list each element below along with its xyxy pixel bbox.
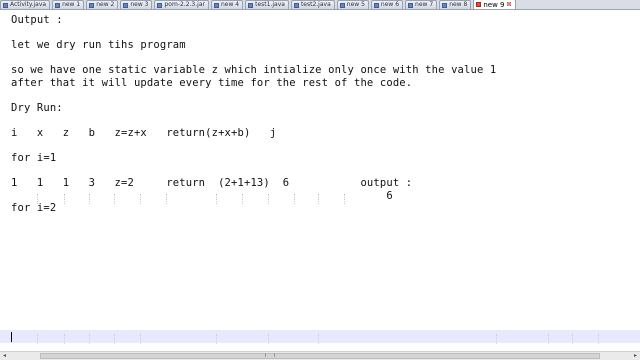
editor-line: after that it will update every time for… <box>11 77 413 89</box>
indent-guide <box>216 334 217 344</box>
tab-item[interactable]: test1.java <box>245 0 289 9</box>
indent-guide <box>598 334 599 344</box>
indent-guide <box>548 334 549 344</box>
scroll-right-icon[interactable]: ▸ <box>631 352 640 360</box>
current-line-highlight <box>0 330 640 343</box>
tab-item[interactable]: new 4 <box>210 0 244 9</box>
editor-line: i x z b z=z+x return(z+x+b) j <box>11 127 277 139</box>
tab-item[interactable]: new 2 <box>86 0 119 9</box>
tab-label: new 2 <box>96 1 115 8</box>
indent-guide <box>64 334 65 344</box>
file-icon <box>293 2 299 8</box>
tab-label: new 9 <box>483 0 505 9</box>
scrollbar-grip-icon <box>265 353 275 357</box>
editor-line: Output : <box>11 14 63 26</box>
scrollbar-thumb[interactable] <box>40 353 600 359</box>
tab-item[interactable]: new 9 ⊠ <box>473 0 516 9</box>
file-icon <box>213 2 219 8</box>
file-icon <box>339 2 345 8</box>
editor-line: for i=2 <box>11 202 57 214</box>
tab-label: test2.java <box>300 1 331 8</box>
editor-line: 1 1 1 3 z=2 return (2+1+13) 6 output : <box>11 177 413 189</box>
editor-line: let we dry run tihs program <box>11 39 186 51</box>
tab-item[interactable]: new 8 <box>439 0 472 9</box>
scroll-left-icon[interactable]: ◂ <box>0 352 9 360</box>
tab-item[interactable]: new 7 <box>405 0 438 9</box>
file-icon <box>89 2 95 8</box>
file-icon <box>3 2 8 8</box>
editor-line: 6 <box>11 190 393 202</box>
tab-item[interactable]: new 3 <box>120 0 153 9</box>
editor-line: Dry Run: <box>11 102 63 114</box>
indent-guide <box>140 334 141 344</box>
file-icon <box>408 2 414 8</box>
tab-label: test1.java <box>255 1 285 8</box>
file-icon <box>442 2 448 8</box>
tab-item[interactable]: Activity.java <box>0 0 51 9</box>
tab-label: new 5 <box>346 1 365 8</box>
indent-guide <box>268 334 269 344</box>
close-icon[interactable]: ⊠ <box>506 1 511 9</box>
horizontal-scrollbar[interactable]: ◂ ▸ <box>0 351 640 360</box>
text-editor[interactable]: Output : let we dry run tihs program so we… <box>0 10 640 351</box>
tab-label: new 1 <box>62 1 81 8</box>
tab-label: new 8 <box>449 1 468 8</box>
file-icon <box>123 2 129 8</box>
tab-label: Activity.java <box>10 1 47 8</box>
editor-line: for i=1 <box>11 152 57 164</box>
indent-guide <box>318 334 319 344</box>
file-icon <box>55 2 61 8</box>
tab-label: new 4 <box>220 1 240 8</box>
indent-guide <box>114 334 115 344</box>
file-icon <box>248 2 254 8</box>
tab-label: new 6 <box>380 1 400 8</box>
indent-guide <box>496 334 497 344</box>
tab-item[interactable]: pom-2.2.3.jar <box>154 0 209 9</box>
editor-line: so we have one static variable z which i… <box>11 64 497 76</box>
indent-guide <box>572 334 573 344</box>
file-icon <box>373 2 379 8</box>
file-icon <box>476 2 482 7</box>
tab-item[interactable]: new 6 <box>370 0 404 9</box>
indent-guide <box>89 334 90 344</box>
tab-bar: Activity.java new 1 new 2 new 3 pom-2.2.3.ja… <box>0 0 640 10</box>
indent-guide <box>37 334 38 344</box>
text-caret <box>11 332 12 342</box>
tab-item[interactable]: test2.java <box>290 0 335 9</box>
tab-label: new 7 <box>415 1 434 8</box>
tab-item[interactable]: new 1 <box>52 0 85 9</box>
tab-label: new 3 <box>130 1 149 8</box>
tab-item[interactable]: new 5 <box>336 0 369 9</box>
file-icon <box>157 2 163 8</box>
tab-label: pom-2.2.3.jar <box>164 1 205 8</box>
